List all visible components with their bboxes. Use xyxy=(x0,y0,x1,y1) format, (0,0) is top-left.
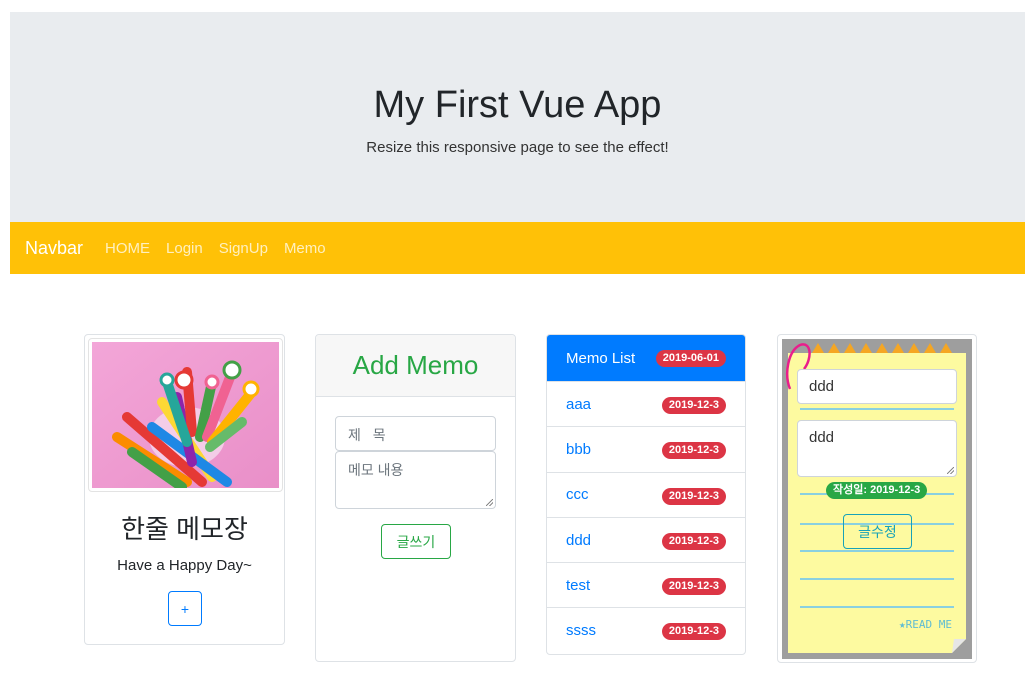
memo-item-date-badge: 2019-12-3 xyxy=(661,442,726,460)
memo-item-title[interactable]: ssss xyxy=(566,622,596,639)
page-title: My First Vue App xyxy=(373,84,662,126)
navbar: Navbar HOME Login SignUp Memo xyxy=(10,222,1025,274)
memo-item-title[interactable]: test xyxy=(566,577,590,594)
memo-item-title[interactable]: aaa xyxy=(566,396,591,413)
memo-item-date-badge: 2019-12-3 xyxy=(661,623,726,641)
memo-item-date-badge: 2019-12-3 xyxy=(661,397,726,414)
add-memo-card: Add Memo 제 목 메모 내용 글쓰기 xyxy=(315,334,516,662)
card-image xyxy=(88,338,283,492)
card-subtitle: Have a Happy Day~ xyxy=(117,557,252,574)
nav-link-signup[interactable]: SignUp xyxy=(219,240,268,257)
card-title: 한줄 메모장 xyxy=(121,514,248,544)
memo-list-item[interactable]: ddd 2019-12-3 xyxy=(547,516,745,562)
memo-content-field[interactable]: ddd xyxy=(797,420,957,477)
memo-list-card: Memo List 2019-06-01 aaa 2019-12-3 bbb 2… xyxy=(546,334,746,655)
nav-link-login[interactable]: Login xyxy=(166,240,203,257)
memo-list-item[interactable]: ccc 2019-12-3 xyxy=(547,471,745,517)
memo-title-field[interactable]: ddd xyxy=(797,369,957,404)
memo-item-title[interactable]: bbb xyxy=(566,441,591,458)
nav-link-home[interactable]: HOME xyxy=(105,240,150,257)
edit-button[interactable]: 글수정 xyxy=(843,514,912,549)
write-button[interactable]: 글쓰기 xyxy=(381,524,451,559)
memo-list-header: Memo List 2019-06-01 xyxy=(547,335,745,381)
memo-detail-card: ddd ddd 작성일: 2019-12-3 글수정 ★READ ME xyxy=(777,334,977,663)
memo-item-date-badge: 2019-12-3 xyxy=(661,578,726,596)
memo-item-date-badge: 2019-12-3 xyxy=(661,532,726,550)
resize-handle-icon[interactable] xyxy=(486,499,493,506)
add-button[interactable]: + xyxy=(168,591,202,626)
notepad-background: ddd ddd 작성일: 2019-12-3 글수정 ★READ ME xyxy=(782,339,972,659)
profile-card: 한줄 메모장 Have a Happy Day~ + xyxy=(84,334,285,645)
add-memo-header: Add Memo xyxy=(316,335,515,397)
memo-list-item[interactable]: test 2019-12-3 xyxy=(547,562,745,607)
created-date-badge: 작성일: 2019-12-3 xyxy=(826,482,928,499)
nav-link-memo[interactable]: Memo xyxy=(284,240,326,257)
memo-content-textarea[interactable]: 메모 내용 xyxy=(335,451,496,509)
jumbotron-header: My First Vue App Resize this responsive … xyxy=(10,12,1025,222)
candy-sticks-image xyxy=(92,342,279,488)
memo-list-item[interactable]: aaa 2019-12-3 xyxy=(547,381,745,426)
memo-item-title[interactable]: ddd xyxy=(566,532,591,549)
memo-content-placeholder: 메모 내용 xyxy=(348,462,404,478)
memo-list-title: Memo List xyxy=(566,349,636,367)
memo-item-title[interactable]: ccc xyxy=(566,486,589,503)
memo-item-date-badge: 2019-12-3 xyxy=(661,487,726,505)
memo-title-input[interactable]: 제 목 xyxy=(335,416,496,451)
page-subtitle: Resize this responsive page to see the e… xyxy=(366,139,669,156)
resize-handle-icon[interactable] xyxy=(947,467,954,474)
readme-label: ★READ ME xyxy=(899,618,952,631)
navbar-brand[interactable]: Navbar xyxy=(25,238,83,259)
memo-list-item[interactable]: bbb 2019-12-3 xyxy=(547,426,745,471)
memo-content-value: ddd xyxy=(809,429,835,446)
memo-list-header-badge: 2019-06-01 xyxy=(655,350,726,367)
memo-list-item[interactable]: ssss 2019-12-3 xyxy=(547,607,745,652)
